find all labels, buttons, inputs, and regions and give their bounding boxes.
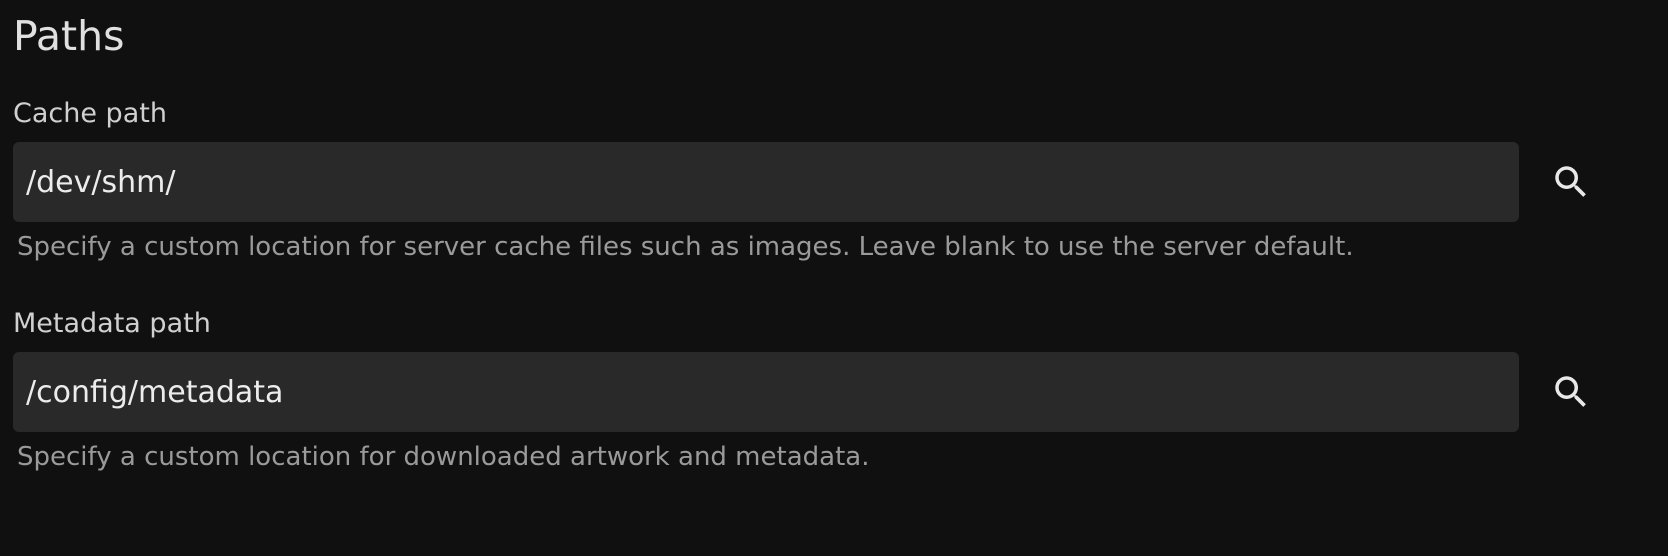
search-icon [1555,376,1586,407]
metadata-path-input[interactable] [13,352,1519,432]
cache-path-description: Specify a custom location for server cac… [17,232,1354,262]
cache-path-browse-button[interactable] [1540,151,1602,213]
search-icon [1555,166,1586,197]
metadata-path-browse-button[interactable] [1540,361,1602,423]
section-title: Paths [13,12,125,60]
cache-path-input[interactable] [13,142,1519,222]
metadata-path-description: Specify a custom location for downloaded… [17,442,870,472]
metadata-path-label: Metadata path [13,308,211,339]
cache-path-label: Cache path [13,98,167,129]
